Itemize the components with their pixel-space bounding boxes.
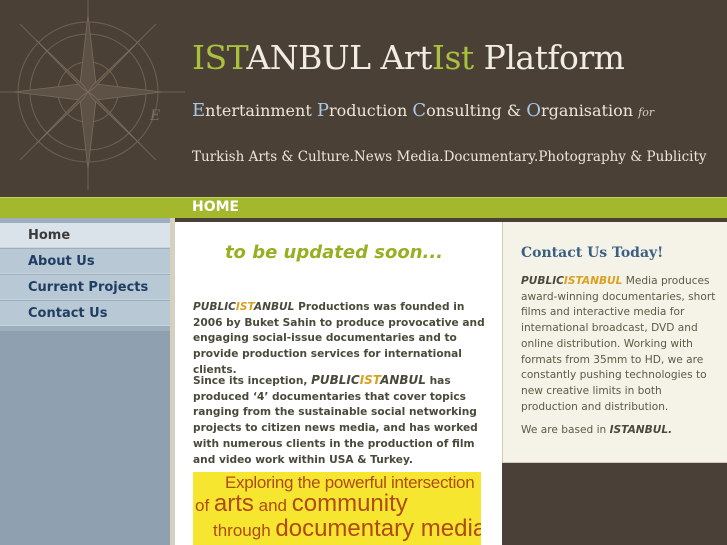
title-part: ANBUL Art xyxy=(246,38,432,77)
contact-body: PUBLICISTANBUL Media produces award-winn… xyxy=(521,274,717,439)
page-title: HOME xyxy=(192,199,240,215)
title-ist-highlight: Ist xyxy=(431,38,474,77)
brand-part: ANBUL xyxy=(253,301,295,313)
nav-item-contact-us[interactable]: Contact Us xyxy=(0,301,170,326)
banner-word: of xyxy=(195,496,214,515)
history-paragraph: Since its inception, PUBLICISTANBUL has … xyxy=(193,373,485,468)
page-background xyxy=(502,463,727,545)
contact-text: Media produces award-winning documentari… xyxy=(521,275,716,413)
sidebar-background xyxy=(0,331,170,545)
page-label-bar: HOME xyxy=(0,197,727,218)
brand-part: ANBUL xyxy=(380,373,426,387)
banner-word: through xyxy=(213,521,276,540)
brand-name: PUBLICISTANBUL xyxy=(311,373,426,387)
site-header: E ISTANBUL ArtIst Platform Entertainment… xyxy=(0,0,727,197)
banner-word: documentary media. xyxy=(275,515,481,542)
update-notice: to be updated soon... xyxy=(224,242,444,263)
brand-ist: IST xyxy=(235,301,254,313)
intro-paragraph: PUBLICISTANBUL Productions was founded i… xyxy=(193,300,485,379)
brand-ist: IST xyxy=(359,373,381,387)
banner-word: community xyxy=(291,490,408,517)
location-pre: We are based in xyxy=(521,424,610,437)
banner-line-2: of arts and community xyxy=(195,490,408,518)
banner-word: arts xyxy=(213,490,254,517)
brand-name: PUBLICISTANBUL xyxy=(193,301,294,313)
contact-heading: Contact Us Today! xyxy=(521,245,664,261)
banner-word: and xyxy=(253,496,292,515)
nav-item-about-us[interactable]: About Us xyxy=(0,249,170,274)
brand-name: PUBLICISTANBUL xyxy=(521,275,622,287)
subtitle-initial: C xyxy=(412,100,427,121)
subtitle-word: ntertainment xyxy=(205,101,317,120)
subtitle-for: for xyxy=(638,106,655,119)
nav-item-current-projects[interactable]: Current Projects xyxy=(0,275,170,300)
svg-text:E: E xyxy=(149,108,160,124)
site-title: ISTANBUL ArtIst Platform xyxy=(192,38,625,77)
brand-part: PUBLIC xyxy=(193,301,236,313)
subtitle-initial: E xyxy=(192,100,206,121)
promo-banner: Exploring the powerful intersection of a… xyxy=(193,472,481,545)
subtitle-word: roduction xyxy=(328,101,413,120)
history-pre: Since its inception, xyxy=(193,375,312,387)
brand-part: PUBLIC xyxy=(521,275,564,287)
site-tagline: Turkish Arts & Culture.News Media.Docume… xyxy=(192,149,707,165)
title-part: Platform xyxy=(473,38,625,77)
subtitle-word: onsulting & xyxy=(426,101,527,120)
subtitle-initial: O xyxy=(526,100,541,121)
banner-line-3: through documentary media. xyxy=(213,515,481,543)
nav-item-home[interactable]: Home xyxy=(0,223,170,248)
site-subtitle: Entertainment Production Consulting & Or… xyxy=(192,100,654,121)
compass-rose-icon: E xyxy=(0,0,185,190)
location-city: ISTANBUL. xyxy=(609,424,673,437)
subtitle-initial: P xyxy=(316,100,329,121)
subtitle-word: rganisation xyxy=(540,101,639,120)
brand-ist: ISTANBUL xyxy=(563,275,623,287)
sidebar-nav: Home About Us Current Projects Contact U… xyxy=(0,218,170,545)
contact-panel: Contact Us Today! PUBLICISTANBUL Media p… xyxy=(502,222,727,463)
title-ist-highlight: IST xyxy=(192,38,247,77)
main-content: to be updated soon... PUBLICISTANBUL Pro… xyxy=(175,222,502,545)
history-text: has produced ‘4’ documentaries that cove… xyxy=(193,375,478,466)
brand-part: PUBLIC xyxy=(311,373,360,387)
